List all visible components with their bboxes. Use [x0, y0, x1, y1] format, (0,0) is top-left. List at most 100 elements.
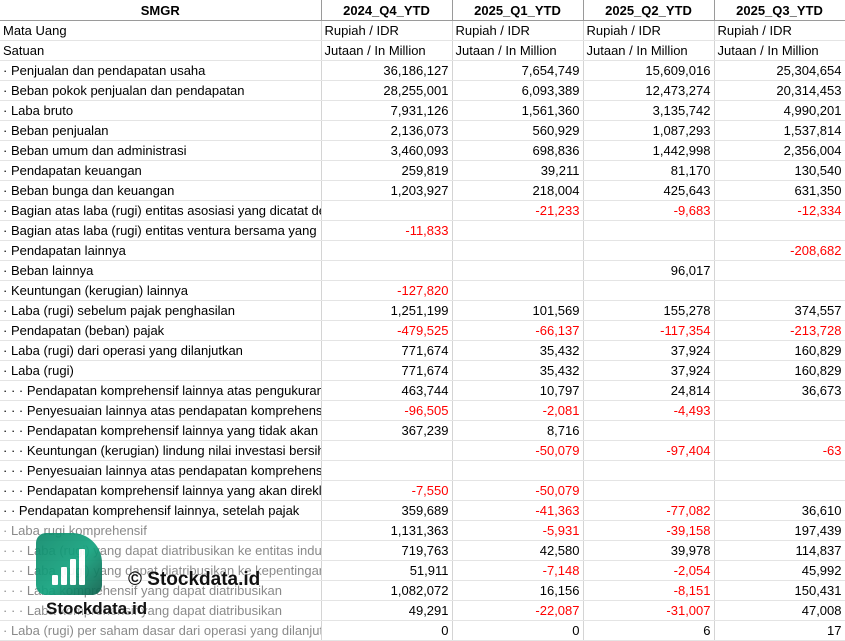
value-cell[interactable]: 160,829 [714, 340, 845, 361]
value-cell[interactable]: -4,493 [583, 400, 715, 421]
value-cell[interactable]: -63 [714, 440, 845, 461]
value-cell[interactable]: -50,079 [452, 440, 584, 461]
period-header[interactable]: 2025_Q3_YTD [714, 0, 845, 21]
value-cell[interactable]: 160,829 [714, 360, 845, 381]
meta-value-cell[interactable]: Jutaan / In Million [714, 40, 845, 61]
row-label-cell[interactable]: · Beban pokok penjualan dan pendapatan [0, 80, 322, 101]
value-cell[interactable]: 0 [321, 620, 453, 641]
value-cell[interactable] [714, 280, 845, 301]
row-label-cell[interactable]: · · · Penyesuaian lainnya atas pendapata… [0, 400, 322, 421]
value-cell[interactable]: 12,473,274 [583, 80, 715, 101]
value-cell[interactable]: 7,931,126 [321, 100, 453, 121]
value-cell[interactable]: 8,716 [452, 420, 584, 441]
row-label-cell[interactable]: · Laba (rugi) [0, 360, 322, 381]
row-label-cell[interactable]: · Penjualan dan pendapatan usaha [0, 60, 322, 81]
row-label-cell[interactable]: · Pendapatan keuangan [0, 160, 322, 181]
value-cell[interactable]: 1,251,199 [321, 300, 453, 321]
value-cell[interactable]: -66,137 [452, 320, 584, 341]
value-cell[interactable]: 101,569 [452, 300, 584, 321]
value-cell[interactable]: 3,135,742 [583, 100, 715, 121]
value-cell[interactable]: 39,978 [583, 540, 715, 561]
value-cell[interactable]: 560,929 [452, 120, 584, 141]
value-cell[interactable]: 1,442,998 [583, 140, 715, 161]
value-cell[interactable]: 16,156 [452, 580, 584, 601]
value-cell[interactable]: -479,525 [321, 320, 453, 341]
meta-value-cell[interactable]: Rupiah / IDR [321, 20, 453, 41]
row-label-cell[interactable]: · · · Pendapatan komprehensif lainnya ya… [0, 420, 322, 441]
value-cell[interactable]: 1,537,814 [714, 120, 845, 141]
value-cell[interactable]: 197,439 [714, 520, 845, 541]
value-cell[interactable] [583, 280, 715, 301]
value-cell[interactable] [583, 220, 715, 241]
value-cell[interactable] [452, 280, 584, 301]
value-cell[interactable]: 0 [452, 620, 584, 641]
row-label-cell[interactable]: · · · Laba komprehensif yang dapat diatr… [0, 600, 322, 621]
row-label-cell[interactable]: · · · Laba (rugi) yang dapat diatribusik… [0, 540, 322, 561]
value-cell[interactable]: 37,924 [583, 340, 715, 361]
value-cell[interactable]: 25,304,654 [714, 60, 845, 81]
value-cell[interactable] [321, 460, 453, 481]
value-cell[interactable]: 719,763 [321, 540, 453, 561]
value-cell[interactable]: 2,136,073 [321, 120, 453, 141]
value-cell[interactable]: 17 [714, 620, 845, 641]
value-cell[interactable] [714, 420, 845, 441]
meta-label-cell[interactable]: Satuan [0, 40, 322, 61]
value-cell[interactable]: 3,460,093 [321, 140, 453, 161]
value-cell[interactable]: -22,087 [452, 600, 584, 621]
value-cell[interactable]: 367,239 [321, 420, 453, 441]
value-cell[interactable]: 6 [583, 620, 715, 641]
value-cell[interactable]: -96,505 [321, 400, 453, 421]
value-cell[interactable]: 51,911 [321, 560, 453, 581]
row-label-cell[interactable]: · · · Laba komprehensif yang dapat diatr… [0, 580, 322, 601]
row-label-cell[interactable]: · · · Pendapatan komprehensif lainnya ya… [0, 480, 322, 501]
value-cell[interactable]: 36,610 [714, 500, 845, 521]
meta-value-cell[interactable]: Rupiah / IDR [714, 20, 845, 41]
value-cell[interactable]: -7,148 [452, 560, 584, 581]
value-cell[interactable]: 130,540 [714, 160, 845, 181]
value-cell[interactable] [452, 240, 584, 261]
row-label-cell[interactable]: · Laba bruto [0, 100, 322, 121]
value-cell[interactable]: 6,093,389 [452, 80, 584, 101]
value-cell[interactable]: 96,017 [583, 260, 715, 281]
value-cell[interactable]: 47,008 [714, 600, 845, 621]
value-cell[interactable]: -97,404 [583, 440, 715, 461]
row-label-cell[interactable]: · Laba (rugi) per saham dasar dari opera… [0, 620, 322, 641]
meta-value-cell[interactable]: Jutaan / In Million [452, 40, 584, 61]
value-cell[interactable] [452, 460, 584, 481]
value-cell[interactable]: -2,081 [452, 400, 584, 421]
value-cell[interactable]: 24,814 [583, 380, 715, 401]
value-cell[interactable]: 35,432 [452, 360, 584, 381]
value-cell[interactable] [714, 480, 845, 501]
meta-value-cell[interactable]: Jutaan / In Million [583, 40, 715, 61]
row-label-cell[interactable]: · Laba (rugi) dari operasi yang dilanjut… [0, 340, 322, 361]
value-cell[interactable] [714, 400, 845, 421]
value-cell[interactable]: 631,350 [714, 180, 845, 201]
value-cell[interactable]: -8,151 [583, 580, 715, 601]
value-cell[interactable]: -117,354 [583, 320, 715, 341]
value-cell[interactable]: 45,992 [714, 560, 845, 581]
meta-label-cell[interactable]: Mata Uang [0, 20, 322, 41]
value-cell[interactable] [452, 220, 584, 241]
value-cell[interactable]: 698,836 [452, 140, 584, 161]
value-cell[interactable]: -213,728 [714, 320, 845, 341]
value-cell[interactable]: 37,924 [583, 360, 715, 381]
value-cell[interactable] [714, 220, 845, 241]
value-cell[interactable]: 359,689 [321, 500, 453, 521]
value-cell[interactable]: -77,082 [583, 500, 715, 521]
value-cell[interactable]: 81,170 [583, 160, 715, 181]
value-cell[interactable]: -2,054 [583, 560, 715, 581]
value-cell[interactable]: 771,674 [321, 340, 453, 361]
row-label-cell[interactable]: · Bagian atas laba (rugi) entitas ventur… [0, 220, 322, 241]
value-cell[interactable] [321, 240, 453, 261]
value-cell[interactable]: -21,233 [452, 200, 584, 221]
value-cell[interactable]: 218,004 [452, 180, 584, 201]
row-label-cell[interactable]: · Bagian atas laba (rugi) entitas asosia… [0, 200, 322, 221]
value-cell[interactable] [321, 200, 453, 221]
row-label-cell[interactable]: · · · Laba (rugi) yang dapat diatribusik… [0, 560, 322, 581]
value-cell[interactable]: 1,203,927 [321, 180, 453, 201]
meta-value-cell[interactable]: Rupiah / IDR [583, 20, 715, 41]
row-label-cell[interactable]: · Laba (rugi) sebelum pajak penghasilan [0, 300, 322, 321]
value-cell[interactable]: -50,079 [452, 480, 584, 501]
value-cell[interactable]: 1,131,363 [321, 520, 453, 541]
value-cell[interactable] [583, 480, 715, 501]
